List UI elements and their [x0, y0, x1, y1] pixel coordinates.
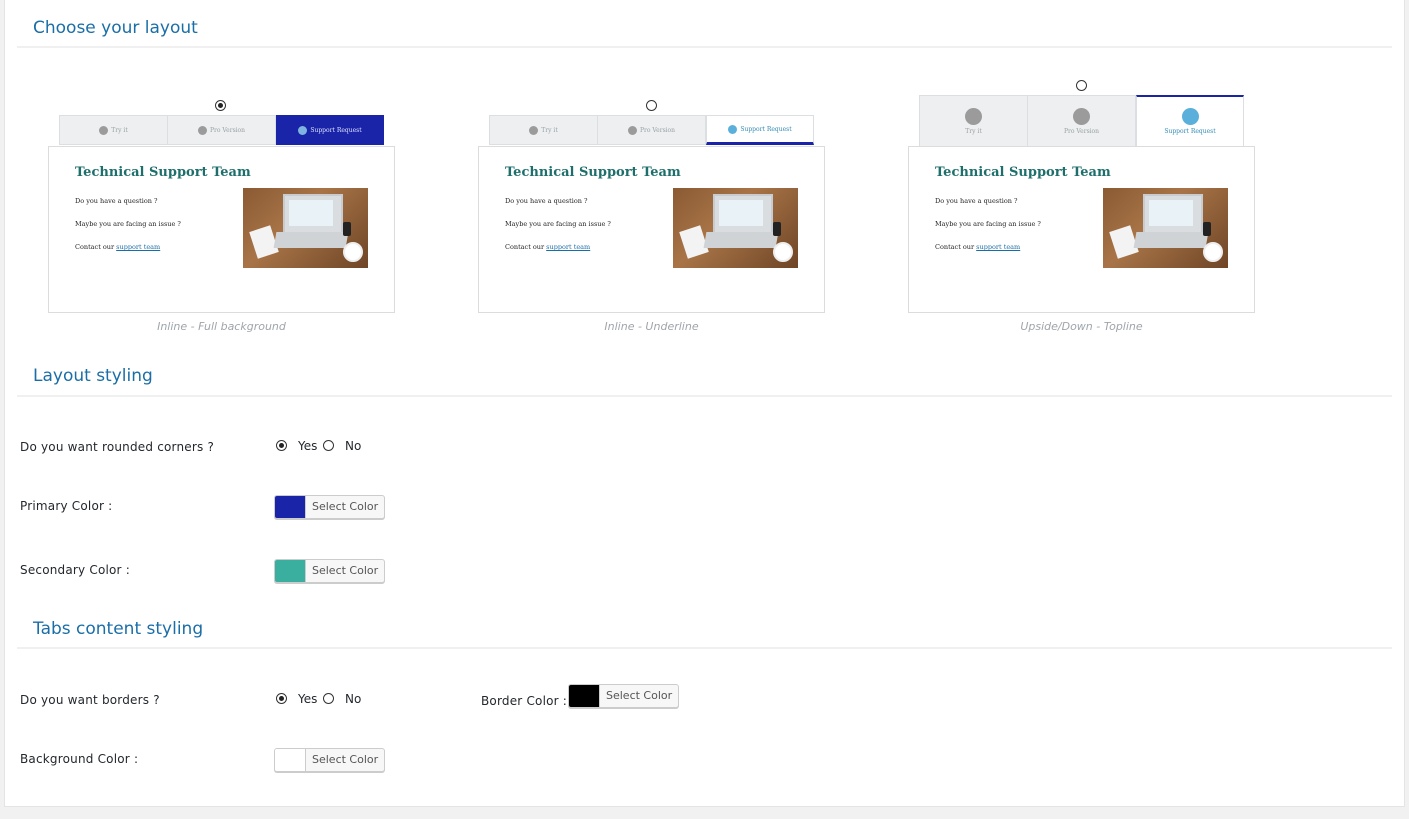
preview-line: Contact our support team	[935, 243, 1021, 251]
background-color-swatch	[275, 749, 306, 771]
rounded-corners-label: Do you want rounded corners ?	[20, 440, 215, 454]
section-title-layout-styling: Layout styling	[33, 366, 153, 386]
select-color-button-label: Select Color	[606, 689, 673, 702]
layout-caption: Inline - Underline	[604, 320, 699, 333]
preview-tab-pro-version: Pro Version	[597, 115, 706, 145]
tab-avatar-icon	[99, 125, 109, 135]
preview-line: Do you have a question ?	[505, 197, 588, 205]
background-color-picker[interactable]: Select Color	[274, 748, 386, 772]
secondary-color-label: Secondary Color :	[20, 563, 130, 577]
tab-avatar-icon	[1073, 107, 1090, 125]
layout-preview-card[interactable]: Technical Support Team Do you have a que…	[478, 146, 825, 313]
select-color-button-label: Select Color	[312, 500, 379, 513]
primary-color-swatch	[275, 496, 306, 518]
layout-preview-card[interactable]: Technical Support Team Do you have a que…	[908, 146, 1255, 313]
preview-line: Maybe you are facing an issue ?	[935, 220, 1041, 228]
secondary-color-swatch	[275, 560, 306, 582]
preview-tab-pro-version: Pro Version	[167, 115, 276, 145]
secondary-color-picker[interactable]: Select Color	[274, 559, 386, 583]
divider	[17, 647, 1392, 649]
preview-line: Contact our support team	[75, 243, 161, 251]
background-color-label: Background Color :	[20, 752, 139, 766]
preview-title: Technical Support Team	[505, 165, 681, 180]
preview-title: Technical Support Team	[75, 165, 251, 180]
layout-preview-card[interactable]: Technical Support Team Do you have a que…	[48, 146, 395, 313]
preview-tab-support-request: Support Request	[276, 115, 384, 145]
preview-tab-support-request: Support Request	[706, 115, 814, 145]
preview-line: Maybe you are facing an issue ?	[505, 220, 611, 228]
borders-yes-radio[interactable]	[276, 693, 287, 704]
preview-tab-try-it: Try it	[919, 95, 1028, 147]
divider	[17, 395, 1392, 397]
tab-avatar-icon	[197, 125, 207, 135]
tab-avatar-icon	[529, 125, 539, 135]
primary-color-picker[interactable]: Select Color	[274, 495, 386, 519]
layout-radio-underline[interactable]	[646, 100, 657, 111]
border-color-picker[interactable]: Select Color	[568, 684, 680, 708]
tab-avatar-icon	[1181, 108, 1199, 125]
divider	[17, 46, 1392, 48]
border-color-swatch	[569, 685, 600, 707]
preview-line: Do you have a question ?	[935, 197, 1018, 205]
preview-tab-try-it: Try it	[59, 115, 168, 145]
select-color-button-label: Select Color	[312, 564, 379, 577]
laptop-photo	[673, 188, 798, 268]
layout-caption: Inline - Full background	[157, 320, 286, 333]
preview-line: Contact our support team	[505, 243, 591, 251]
layout-radio-full-background[interactable]	[215, 100, 226, 111]
layout-caption: Upside/Down - Topline	[1020, 320, 1143, 333]
rounded-corners-no-radio[interactable]	[323, 440, 334, 451]
preview-tab-try-it: Try it	[489, 115, 598, 145]
rounded-corners-yes-radio[interactable]	[276, 440, 287, 451]
tab-avatar-icon	[728, 124, 738, 134]
tab-avatar-icon	[965, 107, 982, 125]
section-title-choose-layout: Choose your layout	[33, 18, 198, 38]
preview-title: Technical Support Team	[935, 165, 1111, 180]
tab-avatar-icon	[627, 125, 637, 135]
borders-no-label[interactable]: No	[345, 692, 361, 706]
laptop-photo	[243, 188, 368, 268]
preview-line: Do you have a question ?	[75, 197, 158, 205]
laptop-photo	[1103, 188, 1228, 268]
borders-yes-label[interactable]: Yes	[298, 692, 317, 706]
tab-avatar-icon	[298, 125, 308, 135]
rounded-corners-no-label[interactable]: No	[345, 439, 361, 453]
section-title-tabs-content-styling: Tabs content styling	[33, 619, 204, 639]
rounded-corners-yes-label[interactable]: Yes	[298, 439, 317, 453]
borders-label: Do you want borders ?	[20, 693, 160, 707]
borders-no-radio[interactable]	[323, 693, 334, 704]
primary-color-label: Primary Color :	[20, 499, 113, 513]
border-color-label: Border Color :	[481, 694, 568, 708]
preview-tab-pro-version: Pro Version	[1027, 95, 1136, 147]
preview-tab-support-request: Support Request	[1136, 95, 1244, 147]
select-color-button-label: Select Color	[312, 753, 379, 766]
preview-line: Maybe you are facing an issue ?	[75, 220, 181, 228]
layout-radio-topline[interactable]	[1076, 80, 1087, 91]
